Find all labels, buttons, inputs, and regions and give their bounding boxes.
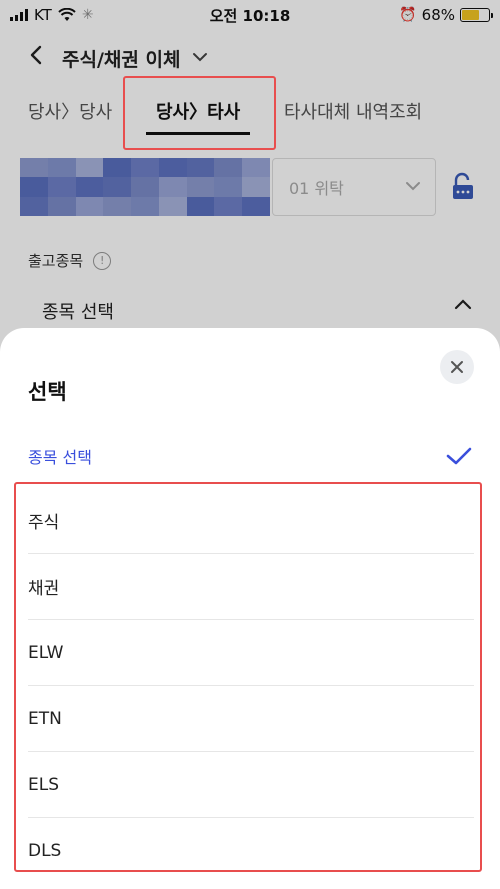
- bottom-sheet: 선택 종목 선택 주식 채권 ELW ETN ELS DLS: [0, 328, 500, 889]
- selected-option[interactable]: 종목 선택: [28, 442, 472, 470]
- close-button[interactable]: [440, 350, 474, 384]
- close-icon: [451, 361, 463, 373]
- option-els[interactable]: ELS: [28, 752, 474, 818]
- sheet-title: 선택: [28, 380, 67, 404]
- option-list: 주식 채권 ELW ETN ELS DLS: [28, 488, 474, 884]
- option-etn[interactable]: ETN: [28, 686, 474, 752]
- check-icon: [446, 447, 472, 465]
- option-stock[interactable]: 주식: [28, 488, 474, 554]
- option-bond[interactable]: 채권: [28, 554, 474, 620]
- selected-option-label: 종목 선택: [28, 448, 92, 467]
- option-elw[interactable]: ELW: [28, 620, 474, 686]
- option-dls[interactable]: DLS: [28, 818, 474, 884]
